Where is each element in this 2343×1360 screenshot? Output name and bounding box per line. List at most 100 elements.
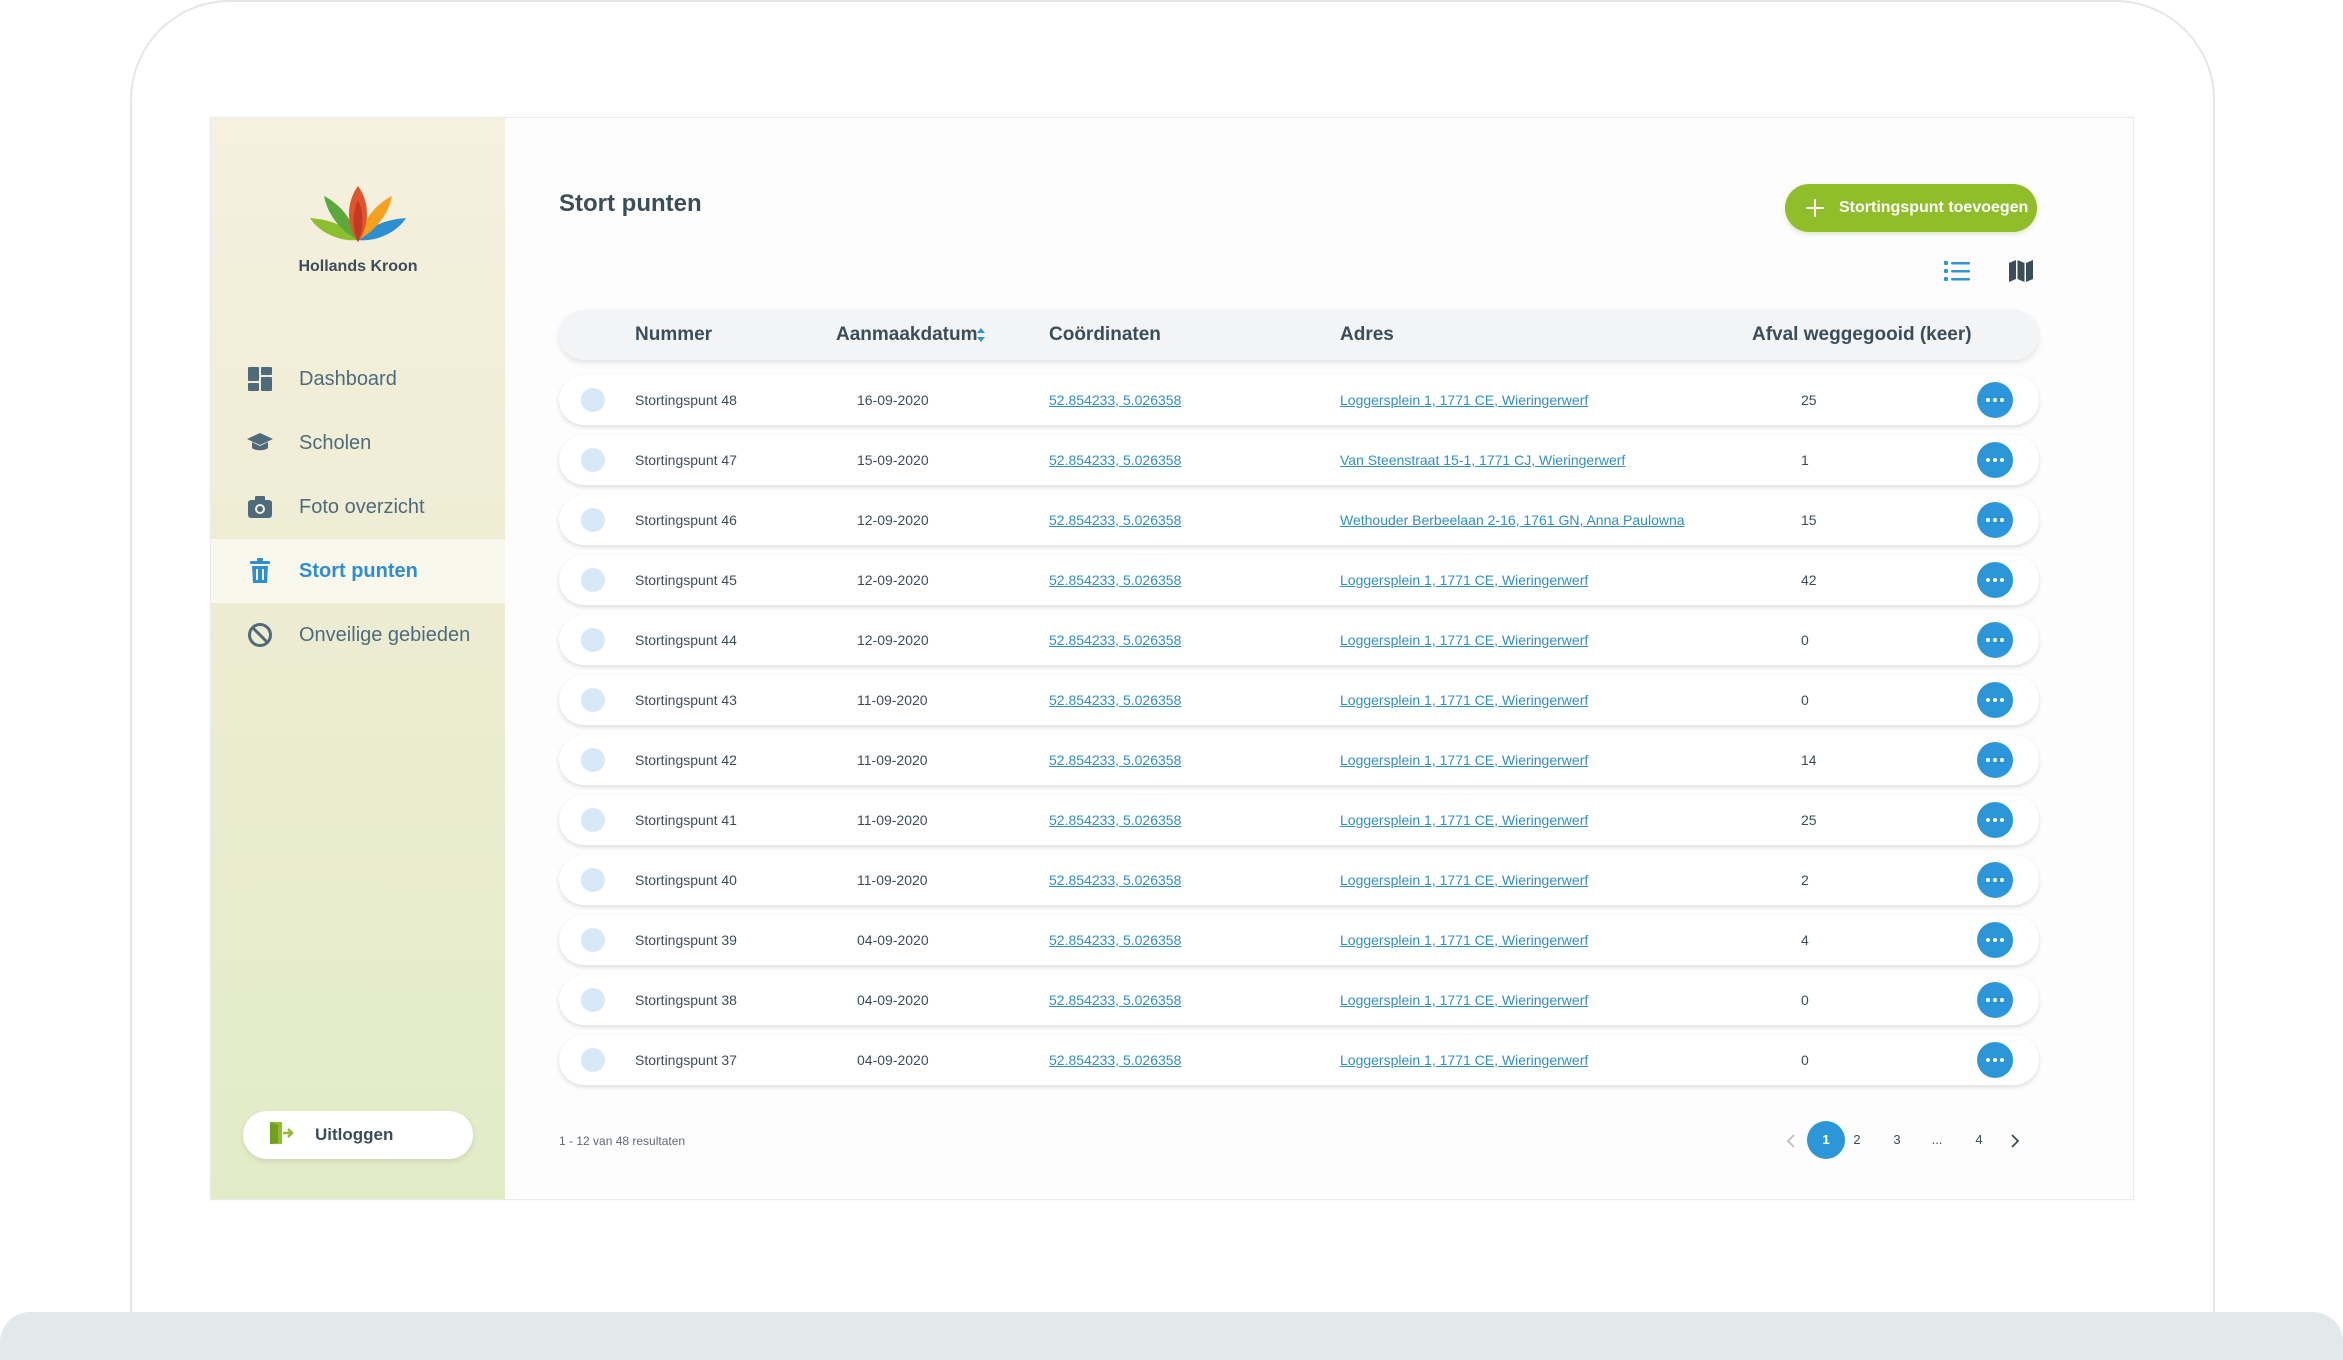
- row-select-checkbox[interactable]: [581, 568, 605, 592]
- table-row[interactable]: Stortingspunt 48 16-09-2020 52.854233, 5.0…: [559, 375, 2039, 425]
- cell-adres-link[interactable]: Loggersplein 1, 1771 CE, Wieringerwerf: [1340, 375, 1588, 425]
- cell-coordinaten-link[interactable]: 52.854233, 5.026358: [1049, 495, 1181, 545]
- page-title: Stort punten: [559, 190, 702, 217]
- row-more-button[interactable]: [1977, 502, 2013, 538]
- list-view-icon: [1944, 261, 1970, 281]
- row-more-button[interactable]: [1977, 742, 2013, 778]
- row-more-button[interactable]: [1977, 802, 2013, 838]
- table-row[interactable]: Stortingspunt 38 04-09-2020 52.854233, 5.0…: [559, 975, 2039, 1025]
- row-more-button[interactable]: [1977, 922, 2013, 958]
- column-header-coordinaten[interactable]: Coördinaten: [1049, 310, 1161, 360]
- table-row[interactable]: Stortingspunt 40 11-09-2020 52.854233, 5.0…: [559, 855, 2039, 905]
- row-more-button[interactable]: [1977, 622, 2013, 658]
- row-more-button[interactable]: [1977, 382, 2013, 418]
- cell-aanmaakdatum: 04-09-2020: [857, 1052, 929, 1068]
- cell-nummer: Stortingspunt 47: [635, 452, 737, 468]
- cell-adres-link[interactable]: Wethouder Berbeelaan 2-16, 1761 GN, Anna…: [1340, 495, 1685, 545]
- cell-adres-link[interactable]: Loggersplein 1, 1771 CE, Wieringerwerf: [1340, 855, 1588, 905]
- more-options-icon: [1986, 698, 2004, 702]
- main-content: Stort punten Stortingspunt toevoegen Num…: [505, 118, 2133, 1199]
- plus-icon: [1804, 197, 1826, 219]
- sidebar-item-onveilige-gebieden[interactable]: Onveilige gebieden: [211, 603, 505, 667]
- row-more-button[interactable]: [1977, 1042, 2013, 1078]
- more-options-icon: [1986, 938, 2004, 942]
- cell-adres-link[interactable]: Loggersplein 1, 1771 CE, Wieringerwerf: [1340, 615, 1588, 665]
- sidebar-item-stort-punten[interactable]: Stort punten: [211, 539, 505, 603]
- add-stortingspunt-button[interactable]: Stortingspunt toevoegen: [1785, 184, 2037, 232]
- row-select-checkbox[interactable]: [581, 448, 605, 472]
- row-select-checkbox[interactable]: [581, 988, 605, 1012]
- page-button[interactable]: 2: [1845, 1121, 1869, 1159]
- sidebar-item-foto-overzicht[interactable]: Foto overzicht: [211, 475, 505, 539]
- table-row[interactable]: Stortingspunt 42 11-09-2020 52.854233, 5.0…: [559, 735, 2039, 785]
- row-select-checkbox[interactable]: [581, 1048, 605, 1072]
- cell-coordinaten-link[interactable]: 52.854233, 5.026358: [1049, 555, 1181, 605]
- previous-page-button[interactable]: [1783, 1121, 1799, 1159]
- row-select-checkbox[interactable]: [581, 388, 605, 412]
- cell-coordinaten-link[interactable]: 52.854233, 5.026358: [1049, 375, 1181, 425]
- row-more-button[interactable]: [1977, 982, 2013, 1018]
- table-row[interactable]: Stortingspunt 39 04-09-2020 52.854233, 5.0…: [559, 915, 2039, 965]
- cell-adres-link[interactable]: Loggersplein 1, 1771 CE, Wieringerwerf: [1340, 1035, 1588, 1085]
- row-select-checkbox[interactable]: [581, 748, 605, 772]
- cell-adres-link[interactable]: Loggersplein 1, 1771 CE, Wieringerwerf: [1340, 795, 1588, 845]
- cell-adres-link[interactable]: Loggersplein 1, 1771 CE, Wieringerwerf: [1340, 555, 1588, 605]
- row-more-button[interactable]: [1977, 442, 2013, 478]
- cell-nummer: Stortingspunt 46: [635, 512, 737, 528]
- column-header-afval[interactable]: Afval weggegooid (keer): [1752, 310, 1972, 360]
- row-select-checkbox[interactable]: [581, 628, 605, 652]
- table-row[interactable]: Stortingspunt 37 04-09-2020 52.854233, 5.0…: [559, 1035, 2039, 1085]
- page-button[interactable]: 3: [1885, 1121, 1909, 1159]
- chevron-left-icon: [1786, 1133, 1795, 1148]
- cell-afval: 15: [1801, 512, 1817, 528]
- more-options-icon: [1986, 998, 2004, 1002]
- cell-coordinaten-link[interactable]: 52.854233, 5.026358: [1049, 915, 1181, 965]
- cell-coordinaten-link[interactable]: 52.854233, 5.026358: [1049, 855, 1181, 905]
- cell-adres-link[interactable]: Van Steenstraat 15-1, 1771 CJ, Wieringer…: [1340, 435, 1625, 485]
- cell-coordinaten-link[interactable]: 52.854233, 5.026358: [1049, 675, 1181, 725]
- sidebar-item-label: Onveilige gebieden: [299, 623, 471, 646]
- column-header-nummer[interactable]: Nummer: [635, 310, 712, 360]
- cell-coordinaten-link[interactable]: 52.854233, 5.026358: [1049, 735, 1181, 785]
- results-count: 1 - 12 van 48 resultaten: [559, 1134, 686, 1148]
- cell-adres-link[interactable]: Loggersplein 1, 1771 CE, Wieringerwerf: [1340, 915, 1588, 965]
- row-more-button[interactable]: [1977, 862, 2013, 898]
- table-row[interactable]: Stortingspunt 44 12-09-2020 52.854233, 5.0…: [559, 615, 2039, 665]
- logout-button[interactable]: Uitloggen: [243, 1111, 473, 1159]
- cell-adres-link[interactable]: Loggersplein 1, 1771 CE, Wieringerwerf: [1340, 975, 1588, 1025]
- row-select-checkbox[interactable]: [581, 508, 605, 532]
- table-row[interactable]: Stortingspunt 47 15-09-2020 52.854233, 5.0…: [559, 435, 2039, 485]
- cell-coordinaten-link[interactable]: 52.854233, 5.026358: [1049, 615, 1181, 665]
- column-header-adres[interactable]: Adres: [1340, 310, 1394, 360]
- lotus-logo-icon: [310, 186, 406, 242]
- cell-coordinaten-link[interactable]: 52.854233, 5.026358: [1049, 435, 1181, 485]
- cell-aanmaakdatum: 11-09-2020: [857, 752, 928, 768]
- page-button[interactable]: 1: [1807, 1121, 1845, 1159]
- row-select-checkbox[interactable]: [581, 928, 605, 952]
- column-header-aanmaakdatum[interactable]: Aanmaakdatum: [836, 310, 986, 360]
- table-row[interactable]: Stortingspunt 41 11-09-2020 52.854233, 5.0…: [559, 795, 2039, 845]
- list-view-toggle[interactable]: [1942, 256, 1972, 286]
- cell-coordinaten-link[interactable]: 52.854233, 5.026358: [1049, 1035, 1181, 1085]
- cell-afval: 14: [1801, 752, 1817, 768]
- sidebar-item-scholen[interactable]: Scholen: [211, 411, 505, 475]
- cell-coordinaten-link[interactable]: 52.854233, 5.026358: [1049, 795, 1181, 845]
- sidebar-item-dashboard[interactable]: Dashboard: [211, 347, 505, 411]
- cell-adres-link[interactable]: Loggersplein 1, 1771 CE, Wieringerwerf: [1340, 675, 1588, 725]
- row-more-button[interactable]: [1977, 562, 2013, 598]
- cell-coordinaten-link[interactable]: 52.854233, 5.026358: [1049, 975, 1181, 1025]
- brand-logo[interactable]: Hollands Kroon: [211, 186, 505, 276]
- table-row[interactable]: Stortingspunt 45 12-09-2020 52.854233, 5.0…: [559, 555, 2039, 605]
- page-button[interactable]: 4: [1967, 1121, 1991, 1159]
- row-select-checkbox[interactable]: [581, 808, 605, 832]
- table-row[interactable]: Stortingspunt 46 12-09-2020 52.854233, 5.0…: [559, 495, 2039, 545]
- cell-adres-link[interactable]: Loggersplein 1, 1771 CE, Wieringerwerf: [1340, 735, 1588, 785]
- row-select-checkbox[interactable]: [581, 868, 605, 892]
- table-row[interactable]: Stortingspunt 43 11-09-2020 52.854233, 5.0…: [559, 675, 2039, 725]
- row-more-button[interactable]: [1977, 682, 2013, 718]
- more-options-icon: [1986, 518, 2004, 522]
- map-view-toggle[interactable]: [2006, 256, 2036, 286]
- next-page-button[interactable]: [2007, 1121, 2023, 1159]
- graduation-cap-icon: [245, 428, 275, 458]
- row-select-checkbox[interactable]: [581, 688, 605, 712]
